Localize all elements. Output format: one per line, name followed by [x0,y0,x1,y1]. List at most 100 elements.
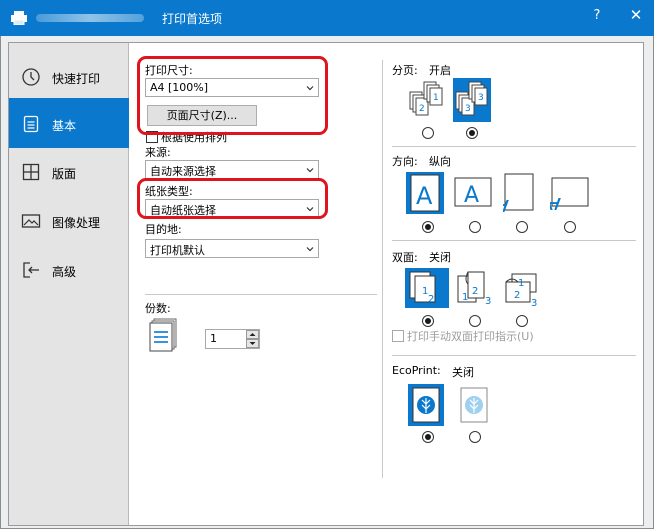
duplex-long-edge-option[interactable]: 1 2 3 [454,270,498,310]
svg-text:2: 2 [428,294,434,305]
title-bar: 打印首选项 ? ✕ [0,0,654,36]
svg-text:1: 1 [462,292,468,303]
orientation-portrait-radio[interactable] [422,221,434,233]
print-size-select[interactable]: A4 [100%] [145,78,319,97]
chevron-down-icon [306,247,314,252]
orientation-landscape-option[interactable]: A [453,176,493,210]
orientation-landscape-rotated-option[interactable]: A [550,176,590,210]
ecoprint-value: 关闭 [452,366,474,379]
source-value: 自动来源选择 [150,165,216,178]
landscape-rotated-icon: A [550,177,589,210]
svg-text:A: A [550,192,561,210]
orientation-separator [392,240,636,241]
document-icon [23,115,39,133]
svg-text:3: 3 [436,296,442,307]
svg-text:1: 1 [518,278,524,289]
svg-text:1: 1 [433,93,439,103]
svg-text:A: A [503,194,509,212]
uncollated-pages-icon: 1 2 [409,81,443,116]
blurred-printer-name [36,14,144,22]
long-edge-duplex-icon: 1 2 3 [457,271,491,307]
sidebar-item-advanced[interactable]: 高级 [9,244,129,294]
collated-pages-icon: 3 3 [455,81,488,116]
collate-on-option[interactable]: 3 3 [453,78,491,122]
svg-text:3: 3 [478,93,484,103]
ecoprint-leaf-icon [412,387,440,423]
portrait-icon: A [410,174,440,212]
manual-duplex-label: 打印手动双面打印指示(U) [407,330,534,343]
ecoprint-on-radio[interactable] [469,431,481,443]
duplex-separator [392,355,636,356]
sidebar-item-label: 快速打印 [52,72,101,86]
sidebar-item-label: 高级 [52,265,77,279]
page-size-button[interactable]: 页面尺寸(Z)... [147,105,257,126]
manual-duplex-checkbox[interactable] [392,330,404,342]
duplex-label: 双面: [392,251,418,264]
duplex-short-edge-radio[interactable] [516,315,528,327]
svg-text:A: A [464,183,479,208]
orientation-label: 方向: [392,155,418,168]
chevron-down-icon [306,86,314,91]
media-type-value: 自动纸张选择 [150,204,216,217]
portrait-rotated-icon: A [503,173,534,212]
clock-icon [22,68,40,86]
advanced-arrow-icon [23,262,39,278]
collate-value: 开启 [429,64,451,77]
orientation-value: 纵向 [429,155,451,168]
sidebar-item-quick-print[interactable]: 快速打印 [9,51,129,101]
copies-stack-icon [149,318,177,352]
short-edge-duplex-icon: 1 2 3 [505,273,537,309]
column-divider [382,60,383,478]
media-type-select[interactable]: 自动纸张选择 [145,199,319,218]
duplex-off-radio[interactable] [422,315,434,327]
print-size-label: 打印尺寸: [145,64,193,77]
svg-text:3: 3 [531,298,537,309]
collate-separator [392,146,636,147]
copies-separator [145,294,377,295]
destination-value: 打印机默认 [150,244,205,257]
destination-select[interactable]: 打印机默认 [145,239,319,258]
ecoprint-light-leaf-icon [460,387,488,423]
fit-by-usage-checkbox[interactable] [146,131,158,143]
svg-text:2: 2 [472,286,478,297]
destination-label: 目的地: [145,223,182,236]
printer-app-icon [11,11,27,25]
source-label: 来源: [145,146,171,159]
sidebar-item-label: 版面 [52,167,77,181]
orientation-portrait-rotated-option[interactable]: A [503,172,535,212]
svg-text:2: 2 [419,104,425,114]
sidebar-item-image-processing[interactable]: 图像处理 [9,195,129,245]
svg-text:3: 3 [465,104,471,114]
copies-spinner[interactable] [246,330,259,348]
svg-text:A: A [416,182,433,210]
ecoprint-off-radio[interactable] [422,431,434,443]
sidebar-item-layout[interactable]: 版面 [9,146,129,196]
duplex-long-edge-radio[interactable] [469,315,481,327]
print-size-value: A4 [100%] [150,81,209,94]
orientation-portrait-option[interactable]: A [406,172,444,214]
layout-grid-icon [22,163,40,181]
duplex-off-option[interactable]: 1 2 3 [405,268,449,308]
svg-text:3: 3 [485,296,491,307]
ecoprint-off-option[interactable] [408,384,444,426]
sidebar-item-basic[interactable]: 基本 [9,98,129,148]
orientation-landscape-radio[interactable] [469,221,481,233]
collate-off-radio[interactable] [422,127,434,139]
sidebar-item-label: 基本 [52,119,77,133]
image-icon [21,214,41,228]
help-button[interactable]: ? [588,8,606,23]
chevron-down-icon [306,168,314,173]
window-title: 打印首选项 [162,12,223,26]
sidebar: 快速打印 基本 版面 图像处理 高级 [9,43,129,525]
sidebar-item-label: 图像处理 [52,216,101,230]
orientation-portrait-rotated-radio[interactable] [516,221,528,233]
close-button[interactable]: ✕ [626,6,646,24]
duplex-value: 关闭 [429,251,451,264]
collate-on-radio[interactable] [466,127,478,139]
ecoprint-on-option[interactable] [457,384,491,426]
source-select[interactable]: 自动来源选择 [145,160,319,179]
collate-off-option[interactable]: 1 2 [408,80,448,122]
orientation-landscape-rotated-radio[interactable] [564,221,576,233]
duplex-short-edge-option[interactable]: 1 2 3 [500,270,544,310]
svg-text:2: 2 [514,290,520,301]
